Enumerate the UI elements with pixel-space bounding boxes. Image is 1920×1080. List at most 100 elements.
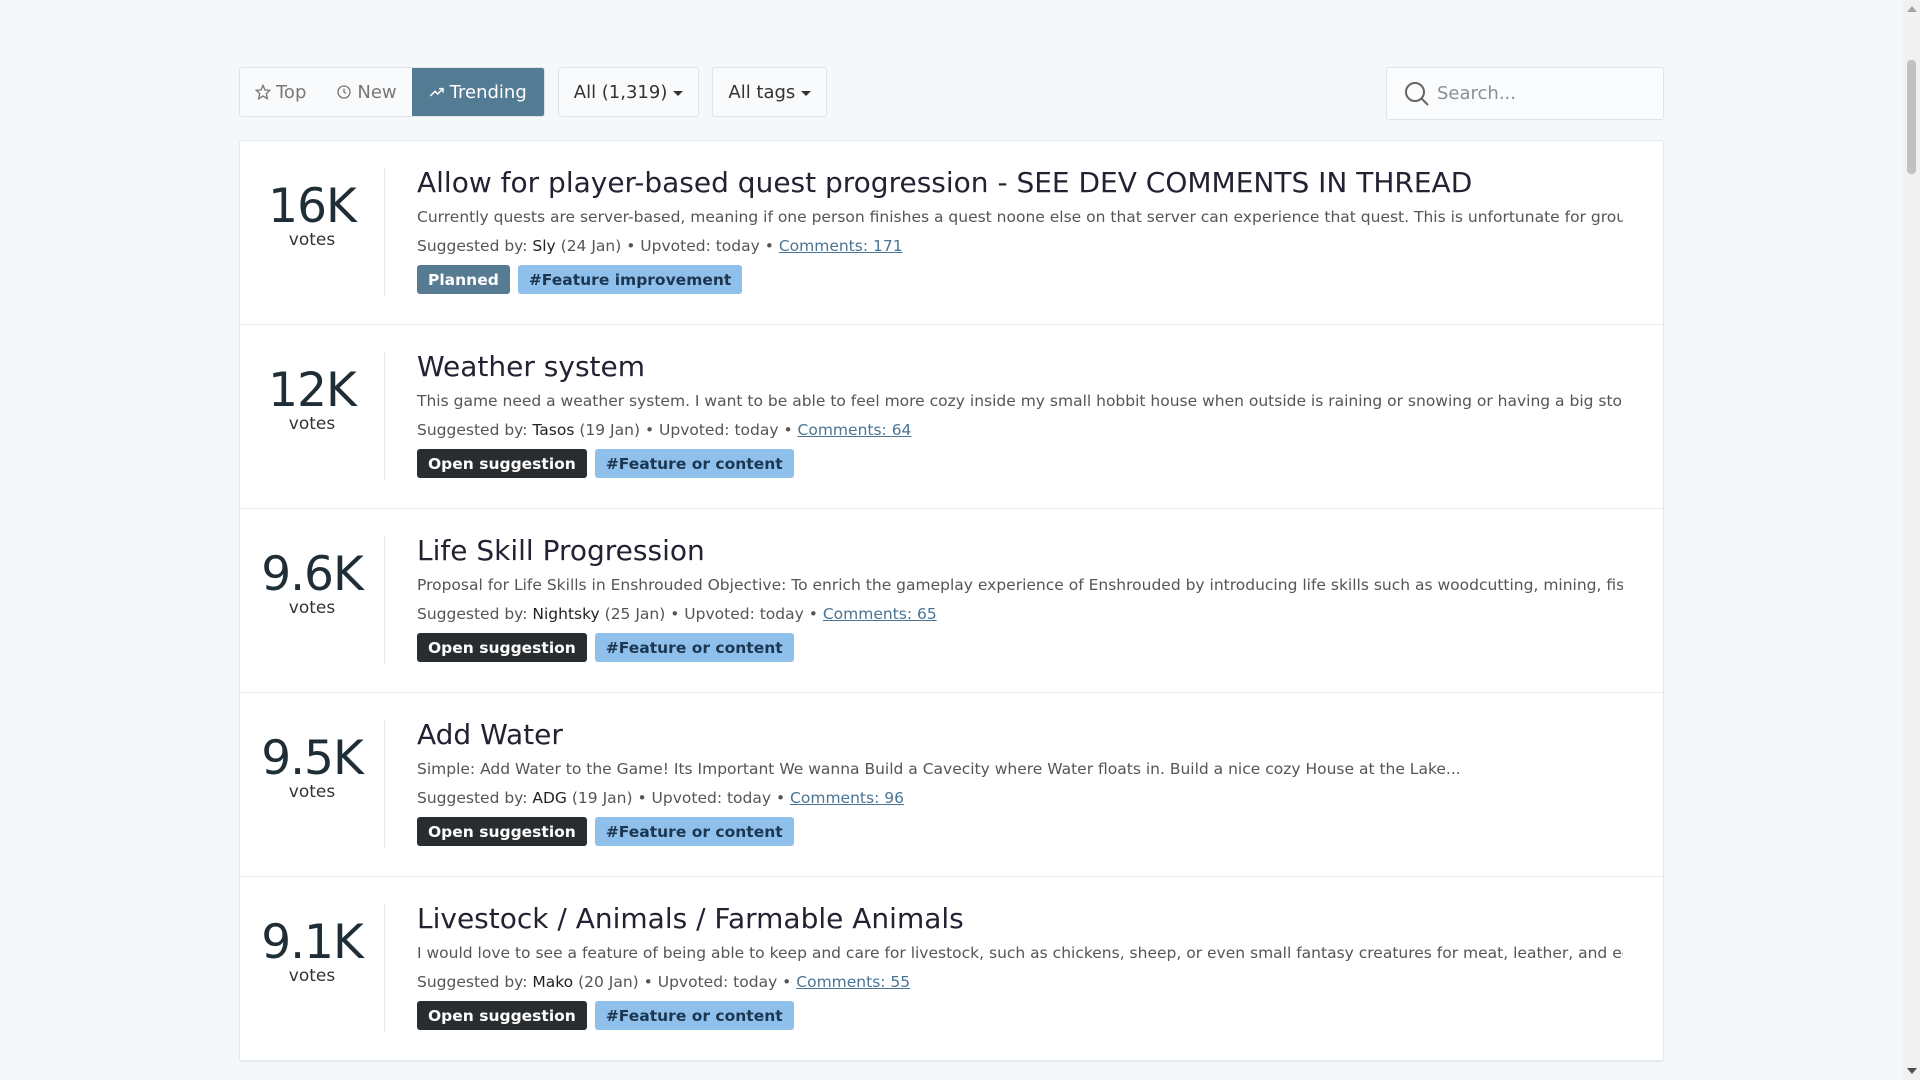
search-box	[1386, 67, 1664, 120]
suggestion-list: 16K votes Allow for player-based quest p…	[239, 140, 1664, 1062]
suggestion-body: Life Skill Progression Proposal for Life…	[417, 533, 1623, 662]
suggestion-description: Currently quests are server-based, meani…	[417, 208, 1623, 226]
tag-row: Open suggestion #Feature or content	[417, 633, 1623, 662]
tab-top[interactable]: Top	[240, 68, 321, 116]
upvoted-text: • Upvoted: today •	[626, 237, 774, 255]
author-name: Sly	[532, 237, 556, 255]
suggested-by-label: Suggested by:	[417, 237, 528, 255]
list-item[interactable]: 16K votes Allow for player-based quest p…	[240, 141, 1663, 325]
scroll-thumb[interactable]	[1907, 60, 1916, 174]
suggestion-title[interactable]: Allow for player-based quest progression…	[417, 165, 1623, 201]
sort-tabs: Top New Trending	[239, 67, 545, 117]
trending-icon	[429, 87, 444, 97]
suggested-date: (24 Jan)	[560, 237, 622, 255]
suggestion-meta: Suggested by: Mako (20 Jan) • Upvoted: t…	[417, 972, 1623, 992]
vote-label: votes	[288, 414, 336, 434]
upvoted-text: • Upvoted: today •	[643, 973, 792, 991]
status-badge: Open suggestion	[417, 449, 587, 478]
status-badge: Planned	[417, 265, 510, 294]
status-filter-dropdown[interactable]: All (1,319)	[557, 67, 700, 117]
tab-new[interactable]: New	[321, 68, 411, 116]
toolbar: Top New Trending All (1,319) All tags	[239, 67, 1664, 120]
vote-number: 12K	[268, 363, 357, 418]
vote-label: votes	[288, 230, 336, 250]
status-badge: Open suggestion	[417, 817, 587, 846]
suggestion-title[interactable]: Weather system	[417, 349, 1623, 385]
suggested-by-label: Suggested by:	[417, 605, 528, 623]
suggestion-meta: Suggested by: Nightsky (25 Jan) • Upvote…	[417, 604, 1623, 624]
vote-count[interactable]: 12K votes	[240, 351, 385, 479]
list-item[interactable]: 9.1K votes Livestock / Animals / Farmabl…	[240, 877, 1663, 1061]
status-badge: Open suggestion	[417, 633, 587, 662]
vote-count[interactable]: 16K votes	[240, 167, 385, 295]
suggestion-description: Simple: Add Water to the Game! Its Impor…	[417, 760, 1461, 778]
suggestion-title[interactable]: Add Water	[417, 717, 1623, 753]
list-item[interactable]: 9.5K votes Add Water Simple: Add Water t…	[240, 693, 1663, 877]
vote-number: 16K	[268, 179, 357, 234]
content: Top New Trending All (1,319) All tags Se…	[239, 67, 1664, 1062]
page: Top New Trending All (1,319) All tags Se…	[0, 0, 1920, 1080]
vote-count[interactable]: 9.1K votes	[240, 903, 385, 1031]
suggestion-description: This game need a weather system. I want …	[417, 392, 1623, 410]
vote-count[interactable]: 9.5K votes	[240, 719, 385, 847]
author-name: Tasos	[532, 421, 575, 439]
suggested-by-label: Suggested by:	[417, 421, 528, 439]
vote-number: 9.6K	[261, 547, 364, 602]
tab-new-label: New	[357, 81, 397, 103]
category-tag[interactable]: #Feature or content	[594, 1001, 794, 1030]
tag-row: Planned #Feature improvement	[417, 265, 1623, 294]
category-tag[interactable]: #Feature or content	[594, 817, 794, 846]
status-badge: Open suggestion	[417, 1001, 587, 1030]
comments-link[interactable]: Comments: 64	[798, 421, 912, 439]
vote-number: 9.5K	[261, 731, 364, 786]
list-item[interactable]: 12K votes Weather system This game need …	[240, 325, 1663, 509]
comments-link[interactable]: Comments: 55	[796, 973, 910, 991]
suggestion-meta: Suggested by: Sly (24 Jan) • Upvoted: to…	[417, 236, 1623, 256]
suggestion-title[interactable]: Life Skill Progression	[417, 533, 1623, 569]
tab-top-label: Top	[276, 81, 307, 103]
tab-trending[interactable]: Trending	[411, 68, 544, 116]
category-tag[interactable]: #Feature or content	[594, 633, 794, 662]
search-input[interactable]	[1437, 83, 1657, 104]
tags-filter-label: All tags	[728, 81, 796, 103]
upvoted-text: • Upvoted: today •	[670, 605, 818, 623]
suggestion-meta: Suggested by: Tasos (19 Jan) • Upvoted: …	[417, 420, 1623, 440]
list-item[interactable]: 9.6K votes Life Skill Progression Propos…	[240, 509, 1663, 693]
suggestion-title[interactable]: Livestock / Animals / Farmable Animals	[417, 901, 1623, 937]
author-name: ADG	[532, 789, 567, 807]
author-name: Mako	[532, 973, 574, 991]
suggestion-body: Add Water Simple: Add Water to the Game!…	[417, 717, 1623, 846]
caret-down-icon	[801, 91, 812, 96]
tab-trending-label: Trending	[449, 81, 527, 103]
category-tag[interactable]: #Feature or content	[594, 449, 794, 478]
author-name: Nightsky	[532, 605, 600, 623]
vote-number: 9.1K	[261, 915, 364, 970]
comments-link[interactable]: Comments: 171	[779, 237, 903, 255]
star-icon	[255, 84, 271, 100]
suggestion-body: Allow for player-based quest progression…	[417, 165, 1623, 294]
clock-icon	[337, 85, 352, 99]
suggestion-meta: Suggested by: ADG (19 Jan) • Upvoted: to…	[417, 788, 1623, 808]
suggestion-body: Livestock / Animals / Farmable Animals I…	[417, 901, 1623, 1030]
vote-count[interactable]: 9.6K votes	[240, 535, 385, 663]
scroll-down-arrow-icon[interactable]	[1907, 1068, 1917, 1074]
suggested-date: (25 Jan)	[604, 605, 666, 623]
suggested-date: (19 Jan)	[571, 789, 633, 807]
suggestion-description: Proposal for Life Skills in Enshrouded O…	[417, 576, 1623, 594]
comments-link[interactable]: Comments: 65	[823, 605, 937, 623]
category-tag[interactable]: #Feature improvement	[517, 265, 743, 294]
tags-filter-dropdown[interactable]: All tags	[712, 67, 828, 117]
upvoted-text: • Upvoted: today •	[644, 421, 793, 439]
tag-row: Open suggestion #Feature or content	[417, 449, 1623, 478]
status-filter-label: All (1,319)	[573, 81, 668, 103]
comments-link[interactable]: Comments: 96	[790, 789, 904, 807]
scroll-up-arrow-icon[interactable]	[1907, 6, 1917, 12]
search-icon	[1405, 81, 1429, 106]
suggestion-body: Weather system This game need a weather …	[417, 349, 1623, 478]
tag-row: Open suggestion #Feature or content	[417, 817, 1623, 846]
scrollbar[interactable]	[1903, 0, 1920, 1080]
suggestion-description: I would love to see a feature of being a…	[417, 944, 1623, 962]
suggested-by-label: Suggested by:	[417, 789, 528, 807]
caret-down-icon	[673, 91, 684, 96]
suggested-date: (20 Jan)	[578, 973, 639, 991]
